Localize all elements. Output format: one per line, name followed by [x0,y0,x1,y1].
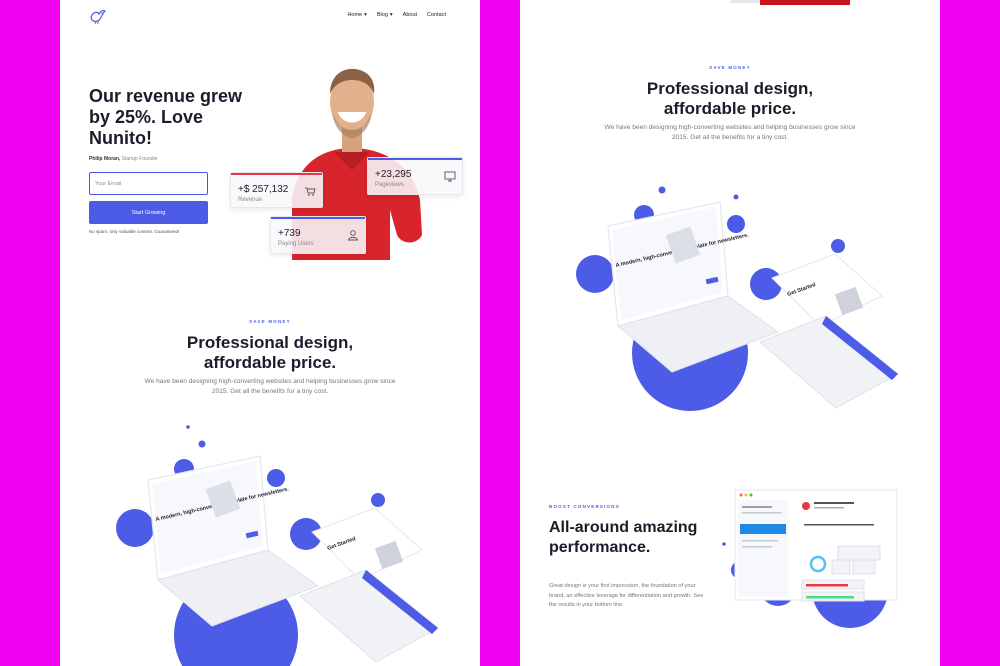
section-eyebrow: SAVE MONEY [709,65,751,70]
chevron-down-icon: ▾ [364,12,367,18]
title-line: affordable price. [203,353,337,372]
boost-title: All-around amazing performance. [549,519,698,556]
author-role: Startup Founder [121,156,158,162]
nav-item-about[interactable]: About [403,12,417,18]
author-name: Philip Moran, [89,156,121,162]
section-title: Professional design, affordable price. [60,333,480,373]
card-accent-bar [231,173,322,175]
stat-label: Pageviews [375,182,405,188]
title-line: affordable price. [663,99,797,118]
testimonial-attribution: Philip Moran, Startup Founder [89,156,158,162]
stat-card-paying-users: +739 Paying Users [270,216,366,254]
boost-description: Great design is your first impression, t… [549,583,704,608]
page-left-panel: Home ▾ Blog ▾ About Contact Our revenue gr… [60,0,480,666]
section-title: Professional design, affordable price. [520,79,940,119]
spam-disclaimer: No spam, only valuable content. Guarante… [89,229,180,234]
card-accent-bar [368,158,462,160]
devices-illustration: A modern, high-converting template for n… [116,425,439,666]
previous-section-edge [760,0,850,5]
stat-card-revenue: +$ 257,132 Revenue [230,172,323,208]
nav-item-blog[interactable]: Blog ▾ [377,12,393,18]
stat-value: +23,295 [375,169,412,180]
monitor-icon [444,171,456,182]
nav-item-contact[interactable]: Contact [427,12,446,18]
stat-label: Revenue [238,197,263,203]
main-nav: Home ▾ Blog ▾ About Contact [347,12,446,18]
stat-value: +739 [278,228,301,239]
user-icon [347,230,359,241]
dashboard-illustration [722,489,898,628]
chevron-down-icon: ▾ [389,12,393,18]
section-description: We have been designing high-converting w… [144,378,396,395]
title-line: Professional design, [646,79,814,98]
cart-icon [305,187,316,196]
page-right-panel: SAVE MONEY Professional design, affordab… [520,0,940,666]
hero-title: Our revenue grew by 25%. Love Nunito! [89,86,243,148]
previous-section-edge [730,0,760,3]
title-line: Professional design, [186,333,354,352]
boost-eyebrow: BOOST CONVERSIONS [549,504,620,509]
devices-illustration: A modern, high-converting template for n… [576,186,899,411]
nav-item-home[interactable]: Home ▾ [347,12,366,18]
section-description: We have been designing high-converting w… [604,124,856,141]
email-input[interactable] [89,172,208,195]
stat-value: +$ 257,132 [238,184,289,195]
stat-label: Paying Users [278,241,314,247]
start-growing-button[interactable]: Start Growing [89,201,208,224]
card-accent-bar [271,217,365,219]
stat-card-pageviews: +23,295 Pageviews [367,157,463,195]
bird-logo-icon[interactable] [88,6,108,26]
section-eyebrow: SAVE MONEY [249,319,291,324]
